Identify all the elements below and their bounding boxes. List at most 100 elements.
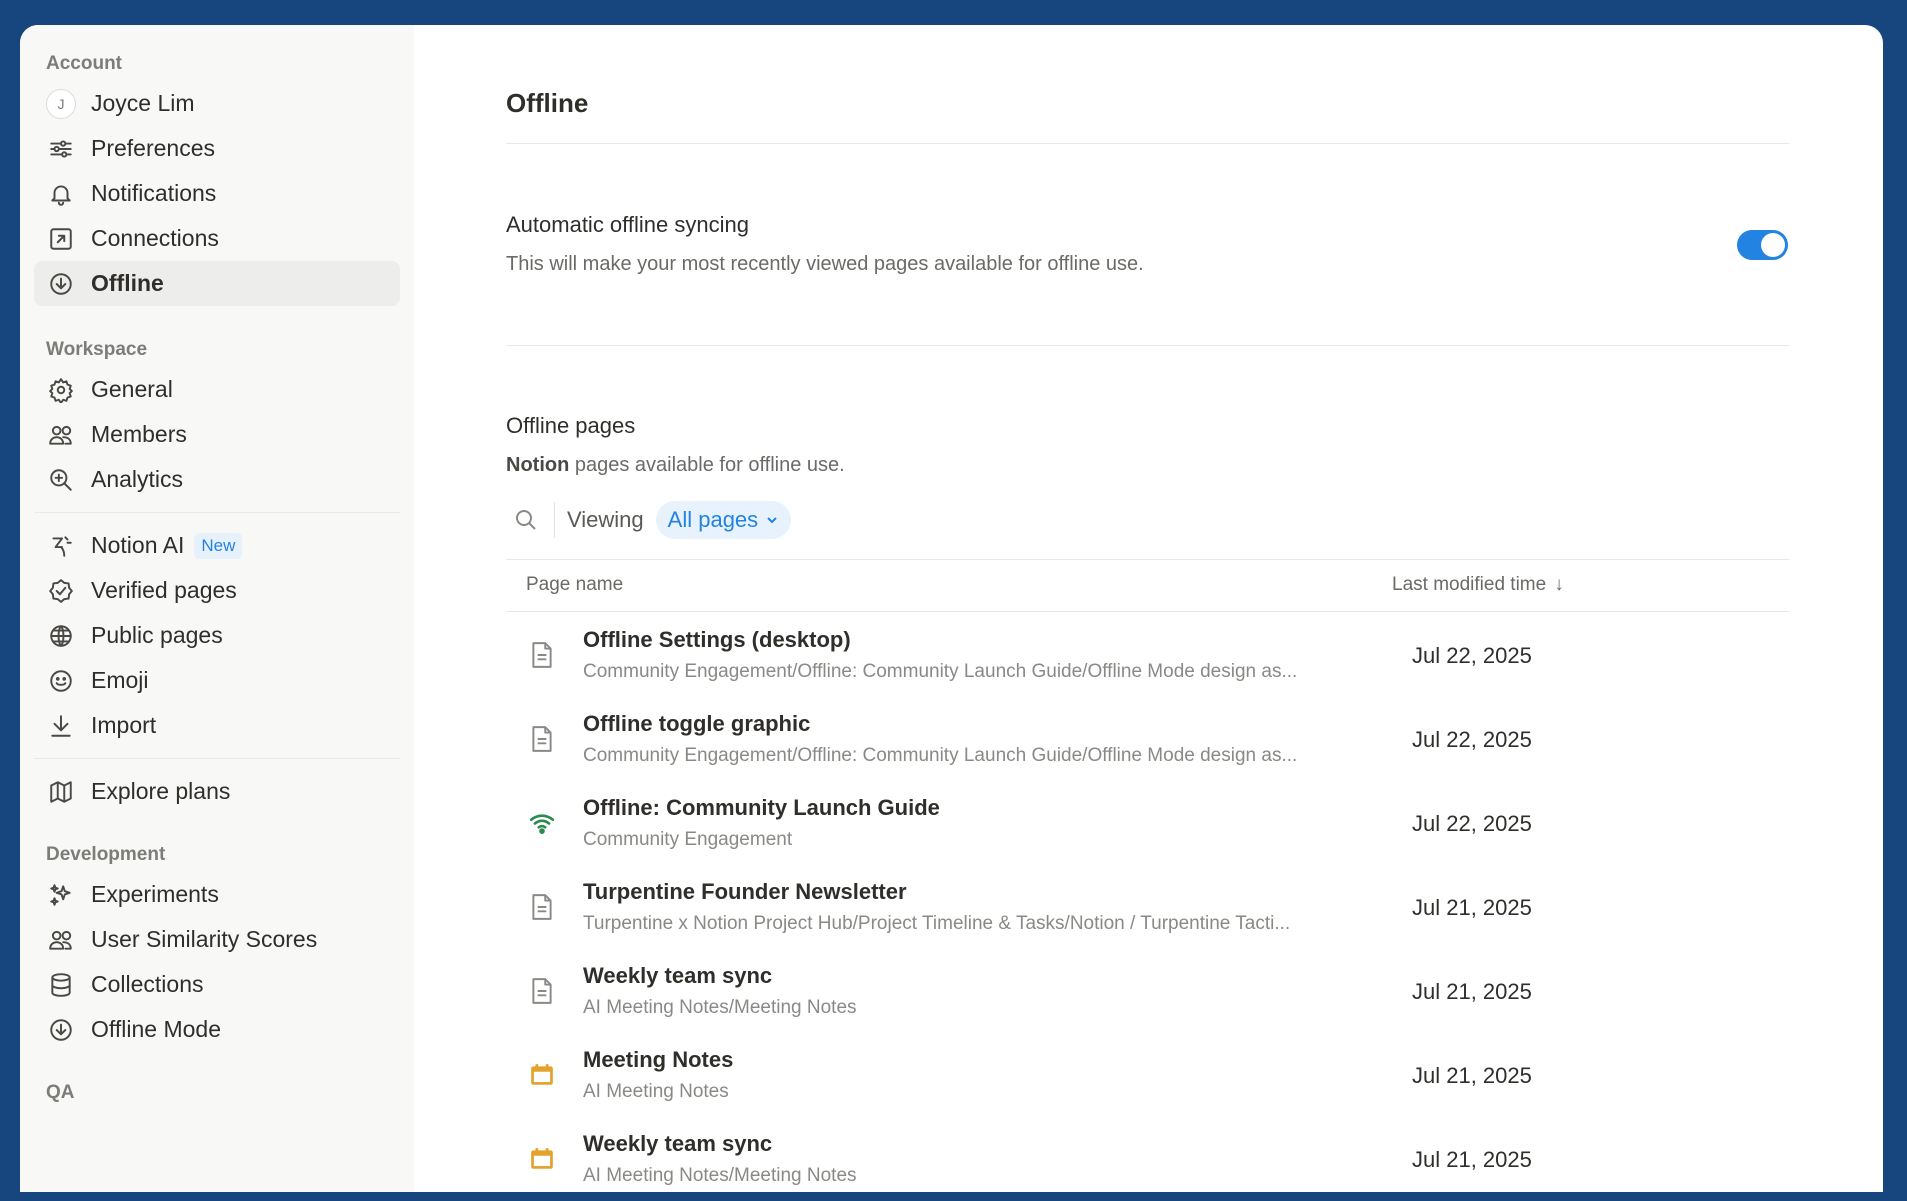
sidebar-item-label: Notion AI (91, 532, 185, 558)
sidebar-item-account[interactable]: J Joyce Lim (34, 81, 400, 126)
zoom-in-icon (46, 465, 76, 495)
column-header-last-modified[interactable]: Last modified time ↓ (1392, 574, 1564, 596)
column-header-label: Last modified time (1392, 574, 1547, 595)
sidebar-item-label: Explore plans (91, 778, 231, 804)
avatar: J (46, 88, 76, 119)
sidebar-item-label: Analytics (91, 466, 184, 492)
sidebar-item-notion-ai[interactable]: Notion AI New (34, 523, 400, 568)
calendar-icon (528, 1060, 556, 1090)
sidebar-item-emoji[interactable]: Emoji (34, 658, 400, 703)
chevron-down-icon (767, 517, 777, 524)
people-icon (46, 925, 76, 955)
gear-icon (46, 375, 76, 405)
row-modified-date: Jul 21, 2025 (1412, 895, 1532, 920)
row-modified-date: Jul 22, 2025 (1412, 811, 1532, 836)
sidebar-item-connections[interactable]: Connections (34, 216, 400, 261)
sidebar-item-label: Members (91, 421, 187, 447)
sidebar-item-explore-plans[interactable]: Explore plans (34, 769, 400, 814)
row-modified-date: Jul 22, 2025 (1412, 727, 1532, 752)
sparkles-icon (46, 880, 76, 910)
settings-sidebar: Account J Joyce Lim Preferences Notifica… (20, 25, 414, 1192)
sidebar-item-label: Experiments (91, 881, 219, 907)
row-page-path: AI Meeting Notes/Meeting Notes (583, 1165, 857, 1186)
sidebar-item-offline-mode[interactable]: Offline Mode (34, 1007, 400, 1052)
row-page-name[interactable]: Offline: Community Launch Guide (583, 795, 940, 821)
row-page-name[interactable]: Weekly team sync (583, 963, 772, 989)
sidebar-item-label: Preferences (91, 135, 216, 161)
sidebar-item-offline[interactable]: Offline (34, 261, 400, 306)
filter-bar: Viewing All pages (506, 500, 792, 540)
column-header-page-name[interactable]: Page name (526, 574, 623, 596)
table-row[interactable]: Offline: Community Launch Guide Community… (506, 781, 1789, 865)
sidebar-item-label: Collections (91, 971, 204, 997)
row-modified-date: Jul 21, 2025 (1412, 1063, 1532, 1088)
page-icon (528, 976, 556, 1006)
table-row[interactable]: Weekly team sync AI Meeting Notes/Meeting… (506, 949, 1789, 1033)
globe-icon (46, 621, 76, 651)
sidebar-item-label: Offline (91, 270, 164, 296)
smiley-icon (46, 666, 76, 696)
section-label-account: Account (46, 53, 122, 74)
section-label-workspace: Workspace (46, 339, 148, 360)
sidebar-item-public-pages[interactable]: Public pages (34, 613, 400, 658)
notion-ai-icon (46, 531, 76, 561)
search-icon[interactable] (506, 500, 546, 540)
row-modified-date: Jul 21, 2025 (1412, 1147, 1532, 1172)
title-divider (506, 143, 1789, 144)
page-icon (528, 724, 556, 754)
sidebar-item-preferences[interactable]: Preferences (34, 126, 400, 171)
sidebar-item-notifications[interactable]: Notifications (34, 171, 400, 216)
desc-bold: Notion (506, 454, 570, 476)
page-icon (528, 892, 556, 922)
table-row[interactable]: Offline Settings (desktop) Community Enga… (506, 613, 1789, 697)
viewing-label: Viewing (567, 507, 644, 532)
people-icon (46, 420, 76, 450)
external-link-icon (46, 224, 76, 254)
download-circle-icon (46, 269, 76, 299)
sort-arrow-icon: ↓ (1554, 574, 1564, 595)
import-icon (46, 711, 76, 741)
row-page-name[interactable]: Turpentine Founder Newsletter (583, 879, 907, 905)
table-row[interactable]: Meeting Notes AI Meeting Notes Jul 21, 202… (506, 1033, 1789, 1117)
sidebar-item-label: Joyce Lim (91, 90, 195, 116)
desc-rest: pages available for offline use. (569, 454, 845, 476)
page-title: Offline (506, 88, 589, 118)
row-page-path: Turpentine x Notion Project Hub/Project … (583, 913, 1291, 934)
sidebar-item-general[interactable]: General (34, 367, 400, 412)
row-page-name[interactable]: Offline Settings (desktop) (583, 627, 851, 653)
view-filter-dropdown[interactable]: All pages (655, 501, 792, 539)
new-badge: New (194, 532, 243, 559)
wifi-icon (528, 808, 556, 838)
sidebar-item-members[interactable]: Members (34, 412, 400, 457)
sidebar-divider (34, 758, 400, 759)
offline-pages-description: Notion pages available for offline use. (506, 454, 845, 477)
row-page-name[interactable]: Offline toggle graphic (583, 711, 810, 737)
sidebar-item-experiments[interactable]: Experiments (34, 872, 400, 917)
sidebar-item-label: Emoji (91, 667, 149, 693)
section-label-development: Development (46, 844, 166, 865)
sidebar-item-verified-pages[interactable]: Verified pages (34, 568, 400, 613)
page-icon (528, 640, 556, 670)
table-row[interactable]: Turpentine Founder Newsletter Turpentine … (506, 865, 1789, 949)
sliders-icon (46, 134, 76, 164)
calendar-icon (528, 1144, 556, 1174)
sidebar-item-label: Offline Mode (91, 1016, 221, 1042)
toggle-knob (1761, 233, 1785, 257)
row-page-path: Community Engagement/Offline: Community … (583, 745, 1298, 766)
row-page-path: AI Meeting Notes (583, 1081, 729, 1102)
table-row[interactable]: Offline toggle graphic Community Engageme… (506, 697, 1789, 781)
sidebar-divider (34, 512, 400, 513)
sidebar-item-label: User Similarity Scores (91, 926, 318, 952)
row-page-name[interactable]: Meeting Notes (583, 1047, 733, 1073)
table-row[interactable]: Weekly team sync AI Meeting Notes/Meeting… (506, 1117, 1789, 1201)
row-page-name[interactable]: Weekly team sync (583, 1131, 772, 1157)
database-icon (46, 970, 76, 1000)
sidebar-item-import[interactable]: Import (34, 703, 400, 748)
sidebar-item-analytics[interactable]: Analytics (34, 457, 400, 502)
auto-sync-toggle[interactable] (1737, 230, 1788, 260)
filter-separator (554, 502, 555, 538)
sidebar-item-collections[interactable]: Collections (34, 962, 400, 1007)
sidebar-item-user-similarity-scores[interactable]: User Similarity Scores (34, 917, 400, 962)
row-modified-date: Jul 21, 2025 (1412, 979, 1532, 1004)
download-circle-icon (46, 1015, 76, 1045)
